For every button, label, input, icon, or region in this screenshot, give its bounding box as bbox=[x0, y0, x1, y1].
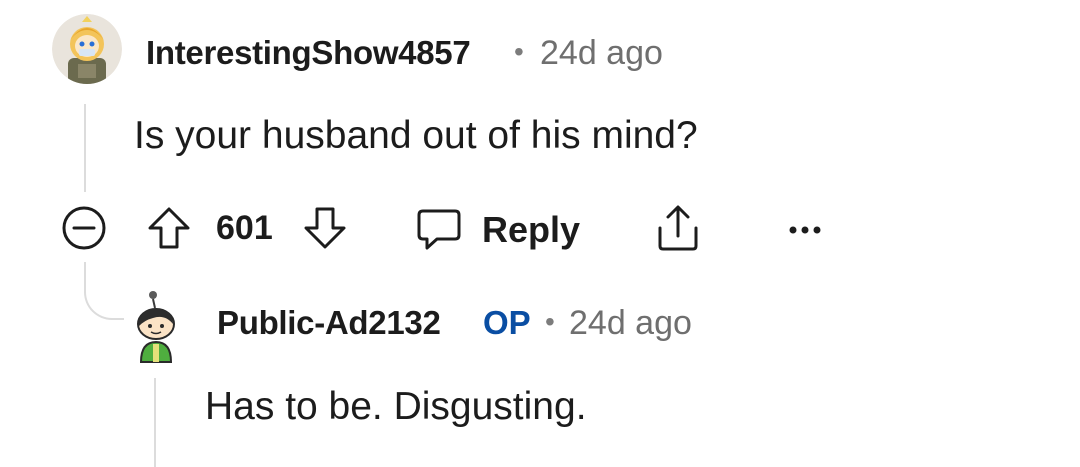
thread-elbow-line bbox=[84, 262, 124, 320]
snoo-avatar-icon bbox=[52, 14, 122, 84]
comment-timestamp[interactable]: 24d ago bbox=[540, 34, 663, 73]
thread-line bbox=[84, 104, 86, 192]
share-icon bbox=[658, 205, 698, 251]
snoo-avatar-icon bbox=[137, 291, 175, 363]
speech-bubble-icon bbox=[415, 205, 463, 253]
avatar[interactable] bbox=[133, 290, 179, 364]
share-button[interactable] bbox=[652, 202, 704, 254]
meta-separator: • bbox=[514, 36, 524, 67]
reply-label[interactable]: Reply bbox=[482, 209, 580, 251]
avatar[interactable] bbox=[52, 14, 122, 84]
reply-timestamp[interactable]: 24d ago bbox=[569, 304, 692, 343]
comment-author[interactable]: InterestingShow4857 bbox=[146, 34, 471, 72]
more-dots-icon bbox=[789, 226, 821, 234]
downvote-button[interactable] bbox=[301, 204, 349, 252]
op-badge: OP bbox=[483, 304, 531, 341]
vote-score: 601 bbox=[216, 209, 273, 247]
downvote-arrow-icon bbox=[304, 207, 346, 249]
comment-body: Is your husband out of his mind? bbox=[134, 114, 698, 157]
meta-separator: • bbox=[545, 306, 555, 337]
more-options-button[interactable] bbox=[782, 210, 828, 250]
reply-author[interactable]: Public-Ad2132 bbox=[217, 304, 441, 342]
reply-body: Has to be. Disgusting. bbox=[205, 385, 587, 428]
thread-line bbox=[154, 378, 156, 467]
collapse-minus-icon bbox=[62, 206, 106, 250]
collapse-thread-button[interactable] bbox=[60, 204, 108, 252]
upvote-button[interactable] bbox=[145, 204, 193, 252]
upvote-arrow-icon bbox=[148, 207, 190, 249]
